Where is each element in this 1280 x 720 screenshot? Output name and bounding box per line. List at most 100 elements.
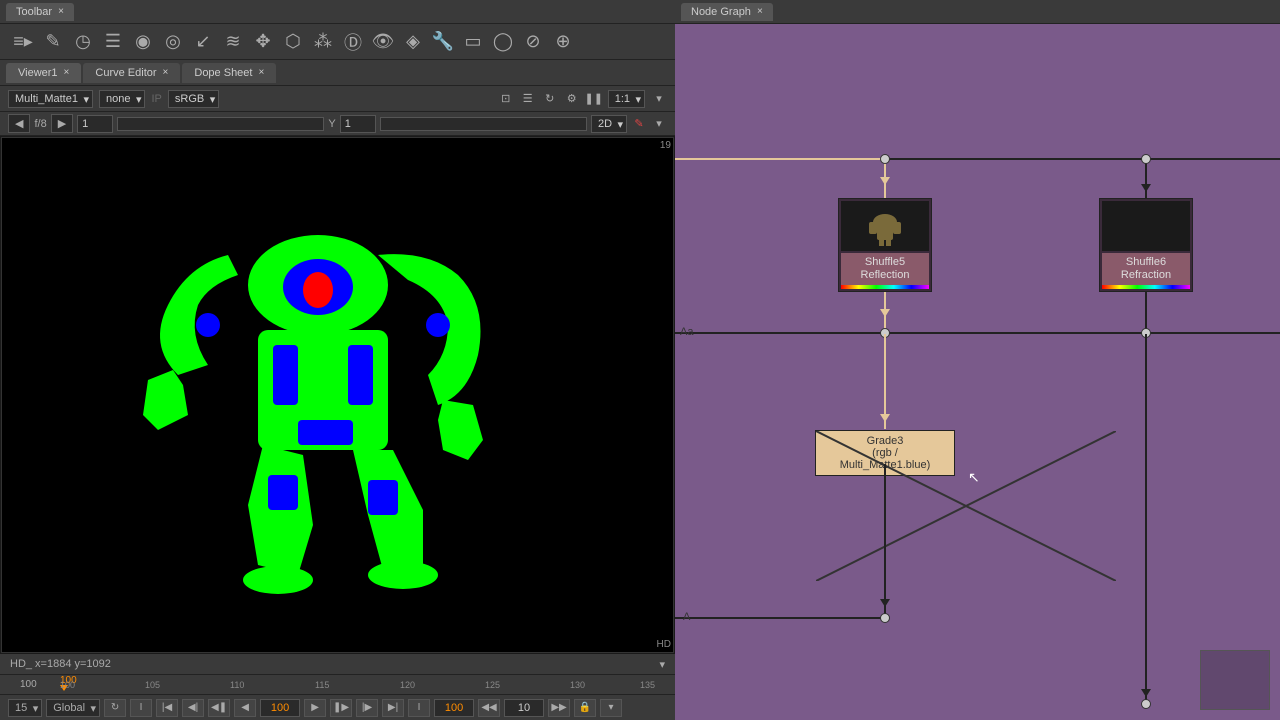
connection-dot[interactable] — [1141, 699, 1151, 709]
playback-mode-dropdown[interactable]: Global — [46, 699, 100, 717]
clock-icon[interactable]: ◷ — [72, 31, 94, 53]
first-frame-button[interactable]: |◀ — [156, 699, 178, 717]
fps-dropdown[interactable]: 15 — [8, 699, 42, 717]
y-ruler[interactable] — [380, 117, 587, 131]
in-frame-input[interactable] — [434, 699, 474, 717]
layers-icon[interactable]: ≋ — [222, 31, 244, 53]
pause-icon[interactable]: ❚❚ — [586, 91, 602, 107]
edit-icon[interactable]: ↙ — [192, 31, 214, 53]
arrow-icon — [880, 414, 890, 422]
connection-dot[interactable] — [1141, 154, 1151, 164]
brush-icon[interactable]: ✎ — [42, 31, 64, 53]
menu-icon[interactable]: ≡▸ — [12, 31, 34, 53]
close-icon[interactable]: × — [64, 67, 70, 78]
frame-input[interactable] — [77, 115, 113, 133]
main-toolbar: ≡▸ ✎ ◷ ☰ ◉ ◎ ↙ ≋ ✥ ⬡ ⁂ Ⓓ 👁 ◈ 🔧 ▭ ◯ ⊘ ⊕ — [0, 24, 675, 60]
dope-sheet-tab[interactable]: Dope Sheet × — [182, 63, 276, 83]
prev-frame-button[interactable]: ◀ — [8, 114, 30, 133]
mark-out-button[interactable]: I — [408, 699, 430, 717]
minimap[interactable] — [1200, 650, 1270, 710]
connection-dot[interactable] — [880, 613, 890, 623]
lines-icon[interactable]: ☰ — [102, 31, 124, 53]
wrench-icon[interactable]: 🔧 — [432, 31, 454, 53]
shuffle5-node[interactable]: Shuffle5 Reflection — [838, 198, 932, 292]
play-button[interactable]: ▶ — [304, 699, 326, 717]
x-ruler[interactable] — [117, 117, 324, 131]
viewer-canvas[interactable]: 19 HD — [1, 137, 674, 653]
move-icon[interactable]: ✥ — [252, 31, 274, 53]
y-label: Y — [328, 118, 335, 130]
wire — [1145, 334, 1147, 704]
wire — [675, 332, 1280, 334]
nodegraph-tab[interactable]: Node Graph × — [681, 3, 773, 21]
lock-button[interactable]: 🔒 — [574, 699, 596, 717]
input-tag-a: A — [683, 611, 690, 623]
sphere-icon[interactable]: ◉ — [132, 31, 154, 53]
flame-icon[interactable]: ◯ — [492, 31, 514, 53]
close-icon[interactable]: × — [163, 67, 169, 78]
d-icon[interactable]: Ⓓ — [342, 31, 364, 53]
folder-icon[interactable]: ▭ — [462, 31, 484, 53]
screen-icon[interactable]: ⊡ — [498, 91, 514, 107]
timeline[interactable]: 100 100 100 105 110 115 120 125 130 135 — [0, 674, 675, 694]
node-colorbar — [1102, 285, 1190, 289]
tag-icon[interactable]: ◈ — [402, 31, 424, 53]
chevron-down-icon[interactable]: ▾ — [651, 91, 667, 107]
globe-icon[interactable]: ⊕ — [552, 31, 574, 53]
chevron-down-icon[interactable]: ▾ — [651, 116, 667, 132]
layer-dropdown[interactable]: none — [99, 90, 145, 108]
tab-label: Node Graph — [691, 6, 751, 18]
close-icon[interactable]: × — [58, 6, 64, 17]
next-key-button[interactable]: |▶ — [356, 699, 378, 717]
tab-label: Viewer1 — [18, 67, 58, 79]
channel-dropdown[interactable]: Multi_Matte1 — [8, 90, 93, 108]
zoom-dropdown[interactable]: 1:1 — [608, 90, 645, 108]
mark-in-button[interactable]: I — [130, 699, 152, 717]
step-back-button[interactable]: ◀❚ — [208, 699, 230, 717]
cube-icon[interactable]: ⬡ — [282, 31, 304, 53]
gear-icon[interactable]: ⚙ — [564, 91, 580, 107]
current-frame-input[interactable] — [260, 699, 300, 717]
pen-icon[interactable]: ✎ — [631, 116, 647, 132]
next-inc-button[interactable]: ▶▶ — [548, 699, 570, 717]
view-mode-dropdown[interactable]: 2D — [591, 115, 627, 133]
particles-icon[interactable]: ⁂ — [312, 31, 334, 53]
shuffle6-node[interactable]: Shuffle6 Refraction — [1099, 198, 1193, 292]
next-frame-button[interactable]: ▶ — [51, 114, 73, 133]
close-icon[interactable]: × — [757, 6, 763, 17]
playback-controls: 15 Global ↻ I |◀ ◀| ◀❚ ◀ ▶ ❚▶ |▶ ▶| I ◀◀… — [0, 694, 675, 720]
viewer-tab[interactable]: Viewer1 × — [6, 63, 81, 83]
last-frame-button[interactable]: ▶| — [382, 699, 404, 717]
arrow-icon — [1141, 689, 1151, 697]
current-frame: 100 — [20, 679, 37, 690]
viewer-content — [88, 195, 588, 595]
loop-button[interactable]: ↻ — [104, 699, 126, 717]
curve-editor-tab[interactable]: Curve Editor × — [83, 63, 180, 83]
close-icon[interactable]: × — [258, 67, 264, 78]
node-graph-canvas[interactable]: Shuffle5 Reflection Shuffle6 Refraction … — [675, 24, 1280, 720]
chevron-down-icon[interactable]: ▾ — [600, 699, 622, 717]
step-forward-button[interactable]: ❚▶ — [330, 699, 352, 717]
refresh-icon[interactable]: ↻ — [542, 91, 558, 107]
node-label: Shuffle5 Reflection — [841, 253, 929, 285]
connection-dot[interactable] — [880, 154, 890, 164]
eye-icon[interactable]: 👁 — [372, 31, 394, 53]
wire — [675, 617, 885, 619]
wire — [884, 464, 886, 619]
circles-icon[interactable]: ◎ — [162, 31, 184, 53]
wire — [1145, 292, 1147, 332]
check-icon[interactable]: ⊘ — [522, 31, 544, 53]
toolbar-tab[interactable]: Toolbar × — [6, 3, 74, 21]
chevron-down-icon[interactable]: ▾ — [659, 658, 665, 671]
tab-label: Dope Sheet — [194, 67, 252, 79]
tab-label: Toolbar — [16, 6, 52, 18]
colorspace-dropdown[interactable]: sRGB — [168, 90, 219, 108]
prev-key-button[interactable]: ◀| — [182, 699, 204, 717]
prev-inc-button[interactable]: ◀◀ — [478, 699, 500, 717]
play-back-button[interactable]: ◀ — [234, 699, 256, 717]
step-input[interactable] — [504, 699, 544, 717]
list-icon[interactable]: ☰ — [520, 91, 536, 107]
status-text: HD_ x=1884 y=1092 — [10, 658, 111, 670]
frame-controls: ◀ f/8 ▶ Y 2D ✎ ▾ — [0, 112, 675, 136]
y-input[interactable] — [340, 115, 376, 133]
